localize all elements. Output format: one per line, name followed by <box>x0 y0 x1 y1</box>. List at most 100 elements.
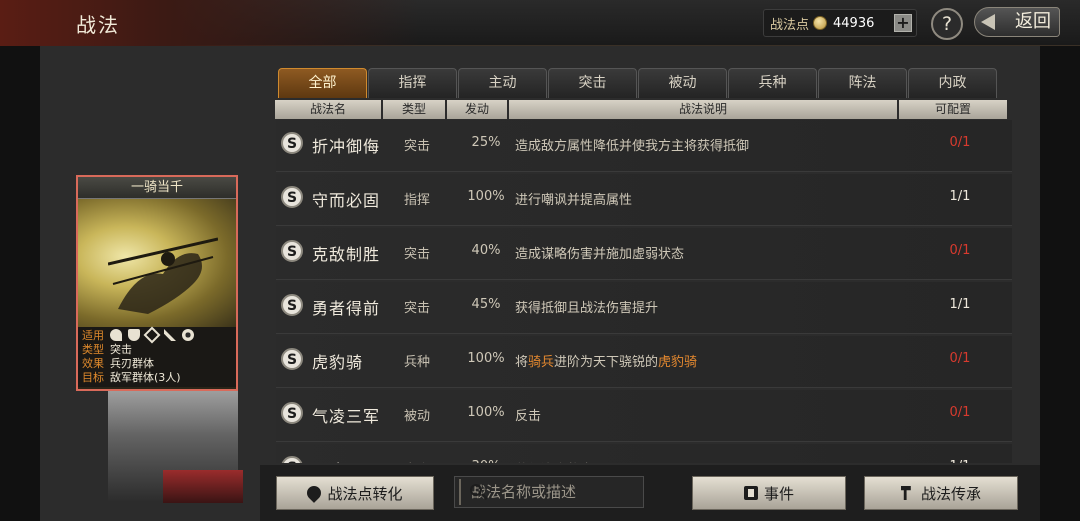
table-row[interactable]: S 气凌三军 被动 100% 反击 0/1 <box>276 390 1012 442</box>
table-header: 战法名 类型 发动 战法说明 可配置 <box>275 100 1007 119</box>
tactic-rate: 45% <box>471 297 501 312</box>
tactic-name: 折冲御侮 <box>312 137 381 156</box>
tab-4[interactable]: 被动 <box>638 68 727 98</box>
page-title: 战法 <box>76 13 120 37</box>
table-row[interactable]: S 勇者得前 突击 45% 获得抵御且战法伤害提升 1/1 <box>276 282 1012 334</box>
tactic-rate: 40% <box>471 243 501 258</box>
tactic-points-display: 战法点 44936 + <box>763 9 917 37</box>
search-box <box>454 476 665 508</box>
tactic-type: 被动 <box>404 409 431 424</box>
type-label: 类型 <box>82 343 104 356</box>
tab-0[interactable]: 全部 <box>278 68 367 98</box>
configurable-count: 0/1 <box>949 405 971 420</box>
tab-7[interactable]: 内政 <box>908 68 997 98</box>
grade-badge-icon: S <box>281 402 303 424</box>
tactic-type: 突击 <box>404 247 431 262</box>
card-artwork <box>78 199 236 327</box>
tactic-name: 强攻 <box>312 457 346 463</box>
tactic-rate: 25% <box>471 135 501 150</box>
effect-label: 效果 <box>82 357 104 370</box>
convert-points-button[interactable]: 战法点转化 <box>276 476 434 510</box>
title-banner <box>0 0 420 46</box>
coin-icon <box>813 16 828 30</box>
tab-5[interactable]: 兵种 <box>728 68 817 98</box>
col-rate[interactable]: 发动 <box>447 100 507 119</box>
tactic-name: 克敌制胜 <box>312 245 381 264</box>
shield-icon <box>128 329 140 341</box>
grade-badge-icon: S <box>281 240 303 262</box>
search-button[interactable] <box>459 479 489 505</box>
tactic-type: 突击 <box>404 459 430 463</box>
back-button[interactable]: 返回 <box>974 7 1060 37</box>
grade-badge-icon: S <box>281 132 303 154</box>
target-value: 敌军群体(3人) <box>110 371 181 384</box>
points-label: 战法点 <box>770 17 810 33</box>
effect-value: 兵刃群体 <box>110 357 154 370</box>
table-row[interactable]: S 克敌制胜 突击 40% 造成谋略伤害并施加虚弱状态 0/1 <box>276 228 1012 280</box>
right-margin <box>1040 46 1080 521</box>
tactic-description: 反击 <box>515 409 542 424</box>
tactic-rate: 100% <box>467 189 505 204</box>
tactic-type: 突击 <box>404 301 431 316</box>
configurable-count: 0/1 <box>949 243 971 258</box>
inherit-label: 战法传承 <box>920 484 981 503</box>
highlight-text: 虎豹骑 <box>658 355 698 370</box>
tactic-description: 造成谋略伤害并施加虚弱状态 <box>515 247 685 262</box>
configurable-count: 0/1 <box>949 135 971 150</box>
tab-1[interactable]: 指挥 <box>368 68 457 98</box>
grade-badge-icon: S <box>281 456 303 463</box>
events-button[interactable]: 事件 <box>692 476 846 510</box>
configurable-count: 1/1 <box>949 297 971 312</box>
card-row-use: 适用 <box>82 326 232 344</box>
grade-badge-icon: S <box>281 186 303 208</box>
tactic-list[interactable]: S 折冲御侮突击 25% 造成敌方属性降低并使我方主将获得抵御 0/1 S 守而必固 指挥 10… <box>276 120 1012 463</box>
bow-icon <box>143 326 161 344</box>
left-margin <box>0 46 40 521</box>
tactic-type: 指挥 <box>404 193 431 208</box>
tab-3[interactable]: 突击 <box>548 68 637 98</box>
grade-badge-icon: S <box>281 348 303 370</box>
card-row-type: 类型 突击 <box>82 343 232 357</box>
tab-6[interactable]: 阵法 <box>818 68 907 98</box>
target-label: 目标 <box>82 371 104 384</box>
card-row-effect: 效果 兵刃群体 <box>82 357 232 371</box>
back-arrow-icon <box>981 14 995 30</box>
tactic-name: 气凌三军 <box>312 407 381 426</box>
convert-label: 战法点转化 <box>327 484 403 503</box>
help-button[interactable]: ? <box>931 8 963 40</box>
back-label: 返回 <box>1015 11 1051 32</box>
search-input[interactable] <box>461 477 665 507</box>
grade-badge-icon: S <box>281 294 303 316</box>
table-row[interactable]: S 守而必固 指挥 100% 进行嘲讽并提高属性 1/1 <box>276 174 1012 226</box>
configurable-count: 0/1 <box>949 351 971 366</box>
rider-illustration <box>108 237 218 314</box>
table-row[interactable]: S 虎豹骑 兵种 100% 将骑兵进阶为天下骁锐的虎豹骑 0/1 <box>276 336 1012 388</box>
tactic-name: 守而必固 <box>312 191 381 210</box>
events-icon <box>743 486 758 500</box>
spear-icon <box>164 329 176 341</box>
col-description: 战法说明 <box>509 100 897 119</box>
col-configurable[interactable]: 可配置 <box>899 100 1007 119</box>
tactic-description: 将骑兵进阶为天下骁锐的虎豹骑 <box>515 351 697 370</box>
tactic-card[interactable]: 一骑当千 适用 类型 突击 效果 兵刃群体 目标 敌军群体(3人) <box>76 175 238 391</box>
desc-text: 进阶为天下骁锐的 <box>554 355 659 370</box>
tactic-description: 获得抵御且战法伤害提升 <box>515 301 659 316</box>
tactic-rate: 100% <box>467 351 505 366</box>
configurable-count: 1/1 <box>949 189 971 204</box>
tactic-description: 获得连击状态 <box>515 459 593 463</box>
col-type[interactable]: 类型 <box>383 100 445 119</box>
points-value: 44936 <box>833 15 875 31</box>
tactic-description: 造成敌方属性降低并使我方主将获得抵御 <box>515 139 750 154</box>
col-name[interactable]: 战法名 <box>275 100 381 119</box>
add-points-button[interactable]: + <box>894 14 912 32</box>
tactic-type: 兵种 <box>404 355 431 370</box>
configurable-count: 1/1 <box>940 459 980 463</box>
category-tabs: 全部 指挥 主动 突击 被动 兵种 阵法 内政 <box>278 68 997 98</box>
type-value: 突击 <box>110 343 132 356</box>
table-row[interactable]: S 强攻 突击 30% 获得连击状态 1/1 <box>276 444 1012 463</box>
use-label: 适用 <box>82 329 104 342</box>
inherit-tactic-button[interactable]: 战法传承 <box>864 476 1018 510</box>
tab-2[interactable]: 主动 <box>458 68 547 98</box>
cavalry-icon <box>110 329 122 341</box>
table-row[interactable]: S 折冲御侮 突击 25% 造成敌方属性降低并使我方主将获得抵御 0/1 <box>276 120 1012 172</box>
